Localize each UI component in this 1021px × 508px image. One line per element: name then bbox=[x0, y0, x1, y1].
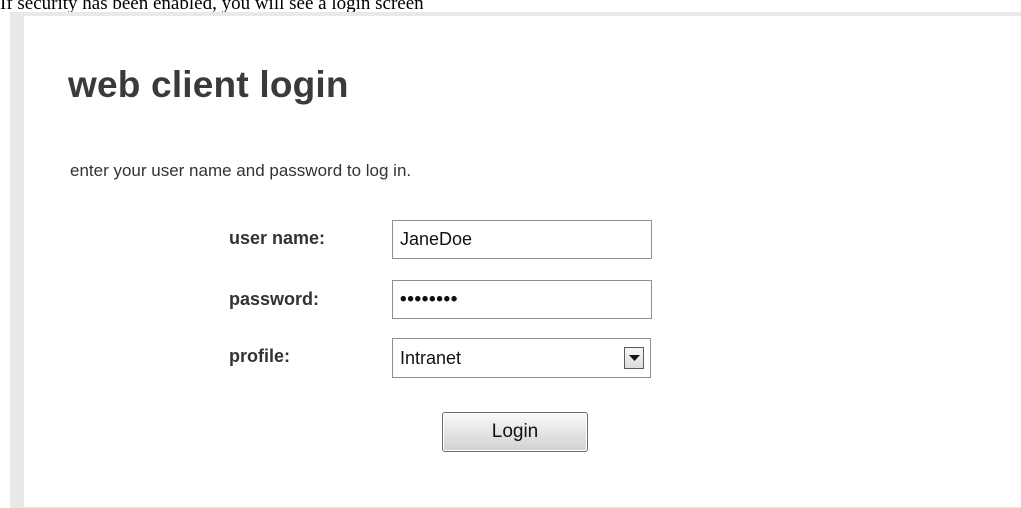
profile-selected-value: Intranet bbox=[400, 348, 462, 368]
password-mask: •••••••• bbox=[400, 289, 459, 310]
profile-label: profile: bbox=[229, 346, 290, 366]
profile-select[interactable]: Intranet bbox=[392, 338, 651, 378]
login-panel: web client login enter your user name an… bbox=[24, 16, 1021, 507]
username-label: user name: bbox=[229, 228, 326, 248]
screenshot-frame: web client login enter your user name an… bbox=[10, 12, 1021, 508]
login-instructions: enter your user name and password to log… bbox=[70, 161, 412, 180]
chevron-down-icon[interactable] bbox=[624, 347, 644, 369]
password-input[interactable]: •••••••• bbox=[392, 280, 652, 319]
username-value: JaneDoe bbox=[400, 229, 473, 249]
password-label: password: bbox=[229, 289, 320, 309]
login-button[interactable]: Login bbox=[442, 412, 588, 452]
username-input[interactable]: JaneDoe bbox=[392, 220, 652, 259]
page-title: web client login bbox=[68, 64, 349, 105]
